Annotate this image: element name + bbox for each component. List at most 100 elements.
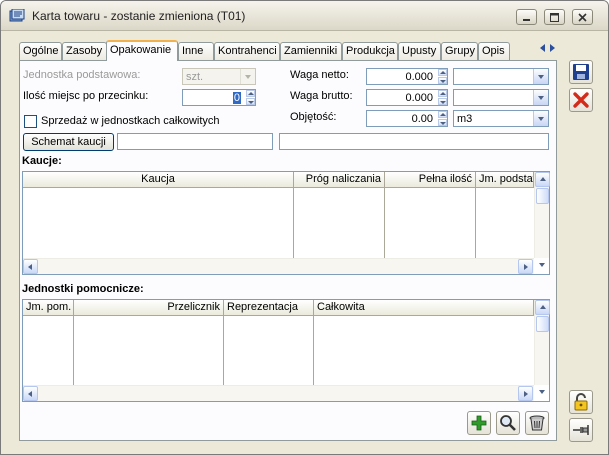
schemat-kaucji-description[interactable] [279, 133, 549, 150]
objetosc-unit-dropdown[interactable] [533, 111, 548, 126]
spin-down-button[interactable] [438, 77, 447, 84]
jednostki-section-title: Jednostki pomocnicze: [22, 283, 144, 295]
kaucje-horizontal-scrollbar[interactable] [23, 258, 534, 274]
tab-label: Opakowanie [110, 44, 172, 56]
jednostka-label: Jednostka podstawowa: [23, 69, 141, 81]
miejsca-stepper[interactable]: 0 [182, 89, 256, 106]
close-icon [578, 13, 587, 22]
objetosc-spin[interactable] [438, 111, 447, 126]
objetosc-unit-select[interactable]: m3 [453, 110, 549, 127]
schemat-kaucji-button[interactable]: Schemat kaucji [23, 133, 114, 151]
spin-down-button[interactable] [438, 98, 447, 105]
jednostki-horizontal-scrollbar[interactable] [23, 385, 534, 401]
save-button[interactable] [569, 60, 593, 84]
lock-icon [574, 393, 588, 411]
product-card-icon [9, 9, 25, 22]
waga-netto-value: 0.000 [405, 71, 433, 83]
scroll-down-button[interactable] [535, 385, 550, 400]
tab-label: Upusty [402, 45, 437, 57]
waga-netto-spin[interactable] [438, 69, 447, 84]
objetosc-label: Objętość: [290, 111, 337, 123]
waga-brutto-unit-dropdown[interactable] [533, 90, 548, 105]
scroll-down-button[interactable] [535, 258, 550, 273]
lock-button[interactable] [569, 390, 593, 414]
scroll-left-button[interactable] [23, 386, 38, 401]
tab-grupy[interactable]: Grupy [441, 42, 478, 60]
waga-brutto-spin[interactable] [438, 90, 447, 105]
tab-opis[interactable]: Opis [478, 42, 510, 60]
waga-brutto-value: 0.000 [405, 92, 433, 104]
schemat-kaucji-field[interactable] [117, 133, 273, 150]
scroll-right-button[interactable] [518, 259, 533, 274]
jednostki-vertical-scrollbar[interactable] [534, 300, 550, 385]
tab-zasoby[interactable]: Zasoby [62, 42, 107, 60]
spin-down-button[interactable] [246, 98, 255, 105]
sprzedaz-checkbox[interactable] [24, 115, 37, 128]
waga-netto-unit-select[interactable] [453, 68, 549, 85]
maximize-button[interactable] [544, 9, 565, 25]
window-title: Karta towaru - zostanie zmieniona (T01) [32, 9, 246, 23]
tab-kontrahenci[interactable]: Kontrahenci [214, 42, 280, 60]
pin-button[interactable] [569, 418, 593, 442]
scroll-up-button[interactable] [535, 172, 550, 187]
scroll-thumb[interactable] [536, 188, 549, 204]
kaucje-section-title: Kaucje: [22, 155, 62, 167]
waga-brutto-unit-select[interactable] [453, 89, 549, 106]
objetosc-value: 0.00 [411, 113, 433, 125]
tab-scroll-right-icon[interactable] [548, 43, 557, 53]
spin-up-button[interactable] [246, 90, 255, 97]
pin-icon [573, 425, 589, 435]
title-bar[interactable]: Karta towaru - zostanie zmieniona (T01) [1, 1, 608, 31]
tab-inne[interactable]: Inne [178, 42, 214, 60]
tab-opakowanie[interactable]: Opakowanie [106, 40, 178, 61]
kaucje-col-prog[interactable]: Próg naliczania [294, 172, 385, 188]
tab-label: Ogólne [23, 45, 59, 57]
waga-brutto-input[interactable]: 0.000 [366, 89, 448, 106]
search-button[interactable] [496, 411, 520, 435]
tab-label: Produkcja [346, 45, 395, 57]
jednostki-col-calkowita[interactable]: Całkowita [314, 300, 534, 316]
maximize-icon [550, 13, 559, 22]
scroll-right-button[interactable] [518, 386, 533, 401]
kaucje-grid[interactable]: Kaucja Próg naliczania Pełna ilość Jm. p… [22, 171, 550, 275]
search-icon [500, 415, 516, 431]
sprzedaz-label: Sprzedaż w jednostkach całkowitych [41, 115, 220, 127]
waga-netto-input[interactable]: 0.000 [366, 68, 448, 85]
kaucje-col-jm[interactable]: Jm. podstaw [476, 172, 534, 188]
spin-up-button[interactable] [438, 90, 447, 97]
scroll-left-button[interactable] [23, 259, 38, 274]
kaucje-col-pelna-ilosc[interactable]: Pełna ilość [385, 172, 476, 188]
tab-label: Zasoby [66, 45, 103, 57]
jednostka-select[interactable]: szt. [182, 68, 256, 85]
jednostka-dropdown-button[interactable] [240, 69, 255, 84]
kaucje-vertical-scrollbar[interactable] [534, 172, 550, 258]
cancel-button[interactable] [569, 88, 593, 112]
spin-up-button[interactable] [438, 69, 447, 76]
tab-label: Kontrahenci [218, 45, 277, 57]
waga-netto-unit-dropdown[interactable] [533, 69, 548, 84]
tab-produkcja[interactable]: Produkcja [342, 42, 398, 60]
add-button[interactable] [467, 411, 491, 435]
tab-ogolne[interactable]: Ogólne [19, 42, 62, 60]
tab-zamienniki[interactable]: Zamienniki [280, 42, 342, 60]
kaucje-col-kaucja[interactable]: Kaucja [23, 172, 294, 188]
tab-upusty[interactable]: Upusty [398, 42, 441, 60]
minimize-button[interactable] [516, 9, 537, 25]
jednostki-grid[interactable]: Jm. pom. Przelicznik Reprezentacja Całko… [22, 299, 550, 402]
jednostki-col-divider [223, 316, 224, 385]
close-button[interactable] [572, 9, 593, 25]
jednostki-col-reprezentacja[interactable]: Reprezentacja [224, 300, 314, 316]
save-icon [573, 64, 589, 80]
objetosc-input[interactable]: 0.00 [366, 110, 448, 127]
jednostki-col-przelicznik[interactable]: Przelicznik [74, 300, 224, 316]
scroll-up-button[interactable] [535, 300, 550, 315]
kaucje-col-divider [475, 188, 476, 258]
miejsca-value: 0 [232, 92, 241, 104]
spin-up-button[interactable] [438, 111, 447, 118]
miejsca-spin[interactable] [246, 90, 255, 105]
jednostki-col-jm-pom[interactable]: Jm. pom. [23, 300, 74, 316]
delete-button[interactable] [525, 411, 549, 435]
scroll-thumb[interactable] [536, 316, 549, 332]
spin-down-button[interactable] [438, 119, 447, 126]
tab-scroll-left-icon[interactable] [538, 43, 547, 53]
